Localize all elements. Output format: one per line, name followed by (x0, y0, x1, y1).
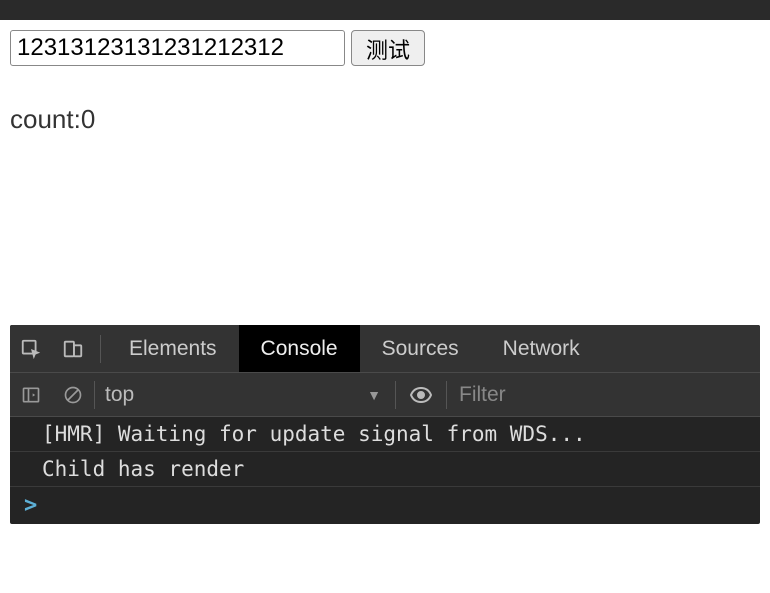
text-input[interactable] (10, 30, 345, 66)
test-button[interactable]: 测试 (351, 30, 425, 66)
input-row: 测试 (10, 30, 760, 66)
divider (100, 335, 101, 363)
execution-context-select[interactable]: top ▼ (95, 373, 395, 416)
tab-network[interactable]: Network (481, 325, 602, 372)
tab-sources[interactable]: Sources (360, 325, 481, 372)
inspect-element-icon[interactable] (10, 325, 52, 372)
window-top-bar (0, 0, 770, 20)
devtools-panel: Elements Console Sources Network top ▼ (10, 325, 760, 524)
chevron-down-icon: ▼ (367, 387, 381, 403)
console-toolbar: top ▼ (10, 373, 760, 417)
tab-elements[interactable]: Elements (107, 325, 239, 372)
console-log-line: Child has render (10, 452, 760, 487)
page-content: 测试 count:0 (0, 20, 770, 145)
toggle-sidebar-icon[interactable] (10, 373, 52, 416)
filter-input[interactable] (447, 373, 760, 416)
console-output: [HMR] Waiting for update signal from WDS… (10, 417, 760, 524)
count-text: count:0 (10, 104, 760, 135)
devtools-tab-bar: Elements Console Sources Network (10, 325, 760, 373)
live-expression-icon[interactable] (396, 373, 446, 416)
console-prompt[interactable]: > (10, 487, 760, 524)
device-toggle-icon[interactable] (52, 325, 94, 372)
console-log-line: [HMR] Waiting for update signal from WDS… (10, 417, 760, 452)
tab-console[interactable]: Console (239, 325, 360, 372)
context-label: top (105, 383, 134, 407)
clear-console-icon[interactable] (52, 373, 94, 416)
